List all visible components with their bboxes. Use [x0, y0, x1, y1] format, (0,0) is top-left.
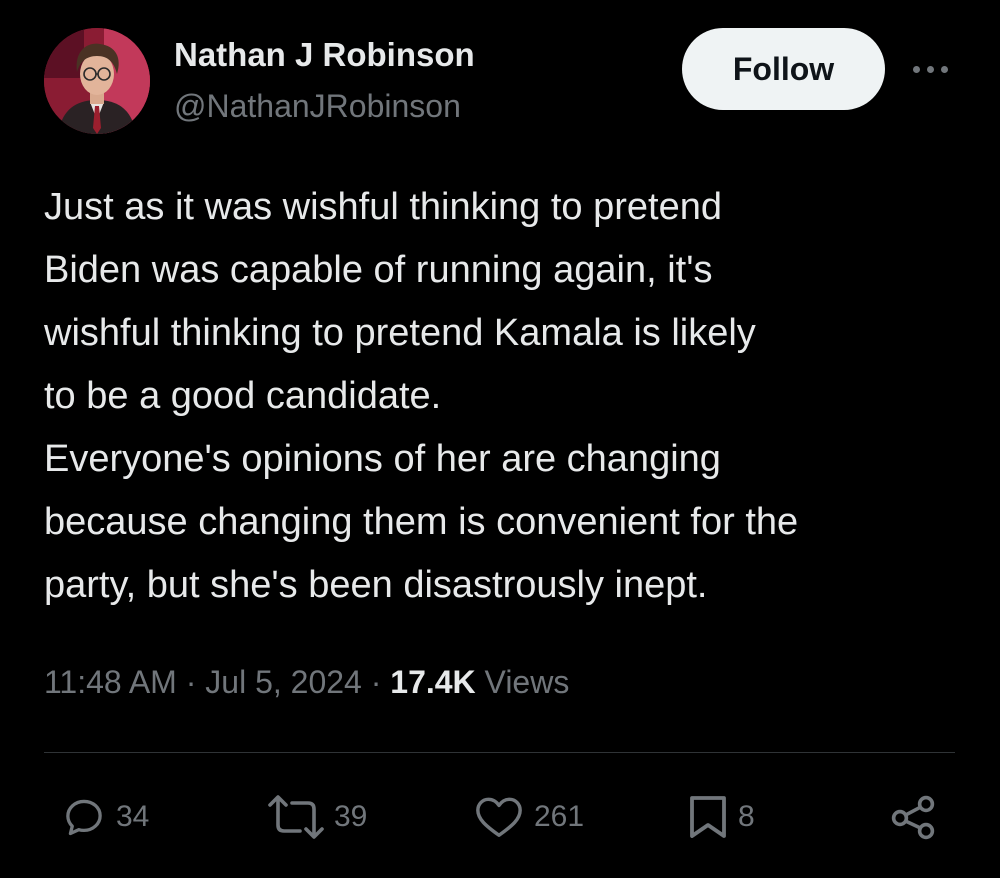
views-count: 17.4K: [390, 664, 476, 700]
reply-button[interactable]: 34: [62, 794, 149, 840]
share-icon: [891, 795, 935, 840]
dot: [940, 65, 948, 73]
dot: [912, 65, 920, 73]
tweet-card: Nathan J Robinson @NathanJRobinson Follo…: [0, 0, 1000, 878]
tweet-text-line: party, but she's been disastrously inept…: [44, 564, 708, 606]
tweet-text-line: Everyone's opinions of her are changing: [44, 438, 721, 480]
repost-count: 39: [334, 800, 368, 833]
bookmark-count: 8: [738, 800, 755, 833]
divider: [44, 752, 955, 753]
meta-separator: ·: [370, 664, 382, 700]
reply-count: 34: [116, 800, 150, 833]
tweet-time[interactable]: 11:48 AM: [44, 664, 177, 700]
tweet-text-line: Just as it was wishful thinking to prete…: [44, 186, 723, 228]
repost-icon: [268, 795, 324, 839]
heart-icon: [476, 797, 522, 837]
bookmark-button[interactable]: 8: [688, 794, 755, 840]
reply-icon: [66, 799, 102, 836]
profile-photo: [44, 28, 150, 134]
views-label: Views: [484, 664, 570, 700]
like-count: 261: [534, 800, 585, 833]
meta-separator: ·: [185, 664, 197, 700]
share-button[interactable]: [890, 794, 938, 840]
follow-button[interactable]: Follow: [682, 28, 885, 110]
like-button[interactable]: 261: [474, 794, 584, 840]
author-handle[interactable]: @NathanJRobinson: [174, 88, 461, 125]
tweet-meta: 11:48 AM · Jul 5, 2024 · 17.4K Views: [44, 664, 569, 701]
tweet-text-line: because changing them is convenient for …: [44, 501, 799, 543]
author-name[interactable]: Nathan J Robinson: [174, 36, 475, 74]
repost-button[interactable]: 39: [262, 794, 367, 840]
tweet-text-line: Biden was capable of running again, it's: [44, 249, 713, 291]
tweet-date[interactable]: Jul 5, 2024: [205, 664, 362, 700]
more-dots-icon[interactable]: [905, 56, 955, 82]
tweet-text-line: to be a good candidate.: [44, 375, 442, 417]
tweet-text: Just as it was wishful thinking to prete…: [44, 176, 974, 617]
dot: [926, 65, 934, 73]
avatar[interactable]: [44, 28, 150, 134]
tweet-text-line: wishful thinking to pretend Kamala is li…: [44, 312, 756, 354]
bookmark-icon: [690, 796, 726, 838]
